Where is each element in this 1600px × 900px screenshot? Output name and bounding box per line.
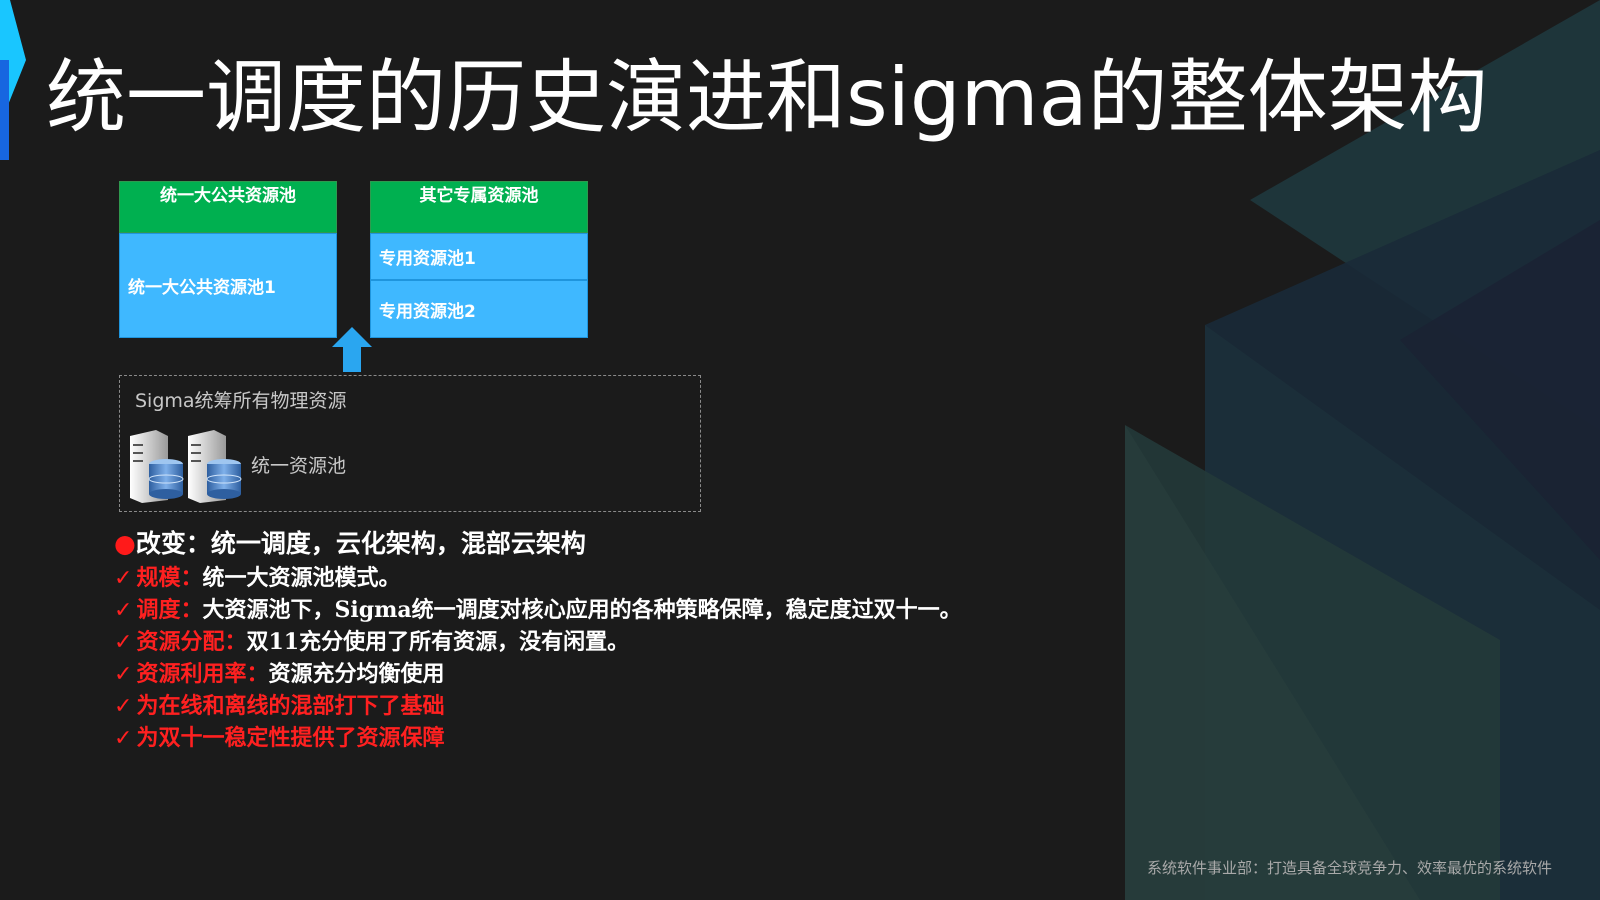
change-heading: ●改变：统一调度，云化架构，混部云架构 [114, 524, 586, 560]
dedicated-pool-item-1: 专用资源池1 [370, 233, 588, 280]
public-pool-header: 统一大公共资源池 [119, 181, 337, 233]
list-item: ✓ 调度：大资源池下，Sigma统一调度对核心应用的各种策略保障，稳定度过双十一。 [114, 592, 962, 624]
item-text: 统一大资源池模式。 [202, 565, 401, 591]
item-label: 为在线和离线的混部打下了基础 [136, 693, 445, 719]
item-text: 大资源池下，Sigma统一调度对核心应用的各种策略保障，稳定度过双十一。 [202, 597, 962, 623]
list-item: ✓ 资源利用率：资源充分均衡使用 [114, 656, 444, 688]
up-arrow-icon [332, 327, 372, 372]
dedicated-pool-item-2: 专用资源池2 [370, 280, 588, 338]
page-title: 统一调度的历史演进和sigma的整体架构 [46, 51, 1488, 144]
unified-pool-label: 统一资源池 [251, 455, 347, 477]
check-icon: ✓ [114, 726, 133, 751]
dedicated-pool-header: 其它专属资源池 [370, 181, 588, 233]
item-text: 双11充分使用了所有资源，没有闲置。 [246, 629, 630, 655]
item-label: 资源利用率： [136, 661, 269, 687]
item-label: 调度： [136, 597, 203, 623]
item-text: 资源充分均衡使用 [268, 661, 445, 687]
check-icon: ✓ [114, 630, 133, 655]
accent-bar [0, 0, 26, 160]
list-item: ✓ 为双十一稳定性提供了资源保障 [114, 720, 444, 752]
list-item: ✓ 为在线和离线的混部打下了基础 [114, 688, 444, 720]
change-heading-text: 改变：统一调度，云化架构，混部云架构 [135, 529, 586, 558]
bullet-dot-icon: ● [114, 529, 136, 558]
check-icon: ✓ [114, 598, 133, 623]
item-label: 资源分配： [136, 629, 247, 655]
check-icon: ✓ [114, 662, 133, 687]
list-item: ✓ 规模：统一大资源池模式。 [114, 560, 400, 592]
public-pool-item: 统一大公共资源池1 [119, 233, 337, 338]
sigma-box-title: Sigma统筹所有物理资源 [135, 390, 347, 412]
list-item: ✓ 资源分配：双11充分使用了所有资源，没有闲置。 [114, 624, 629, 656]
check-icon: ✓ [114, 694, 133, 719]
server-database-icon [130, 430, 242, 503]
check-icon: ✓ [114, 566, 133, 591]
item-label: 规模： [136, 565, 203, 591]
item-label: 为双十一稳定性提供了资源保障 [136, 725, 445, 751]
footer-slogan: 系统软件事业部：打造具备全球竞争力、效率最优的系统软件 [1146, 859, 1552, 877]
